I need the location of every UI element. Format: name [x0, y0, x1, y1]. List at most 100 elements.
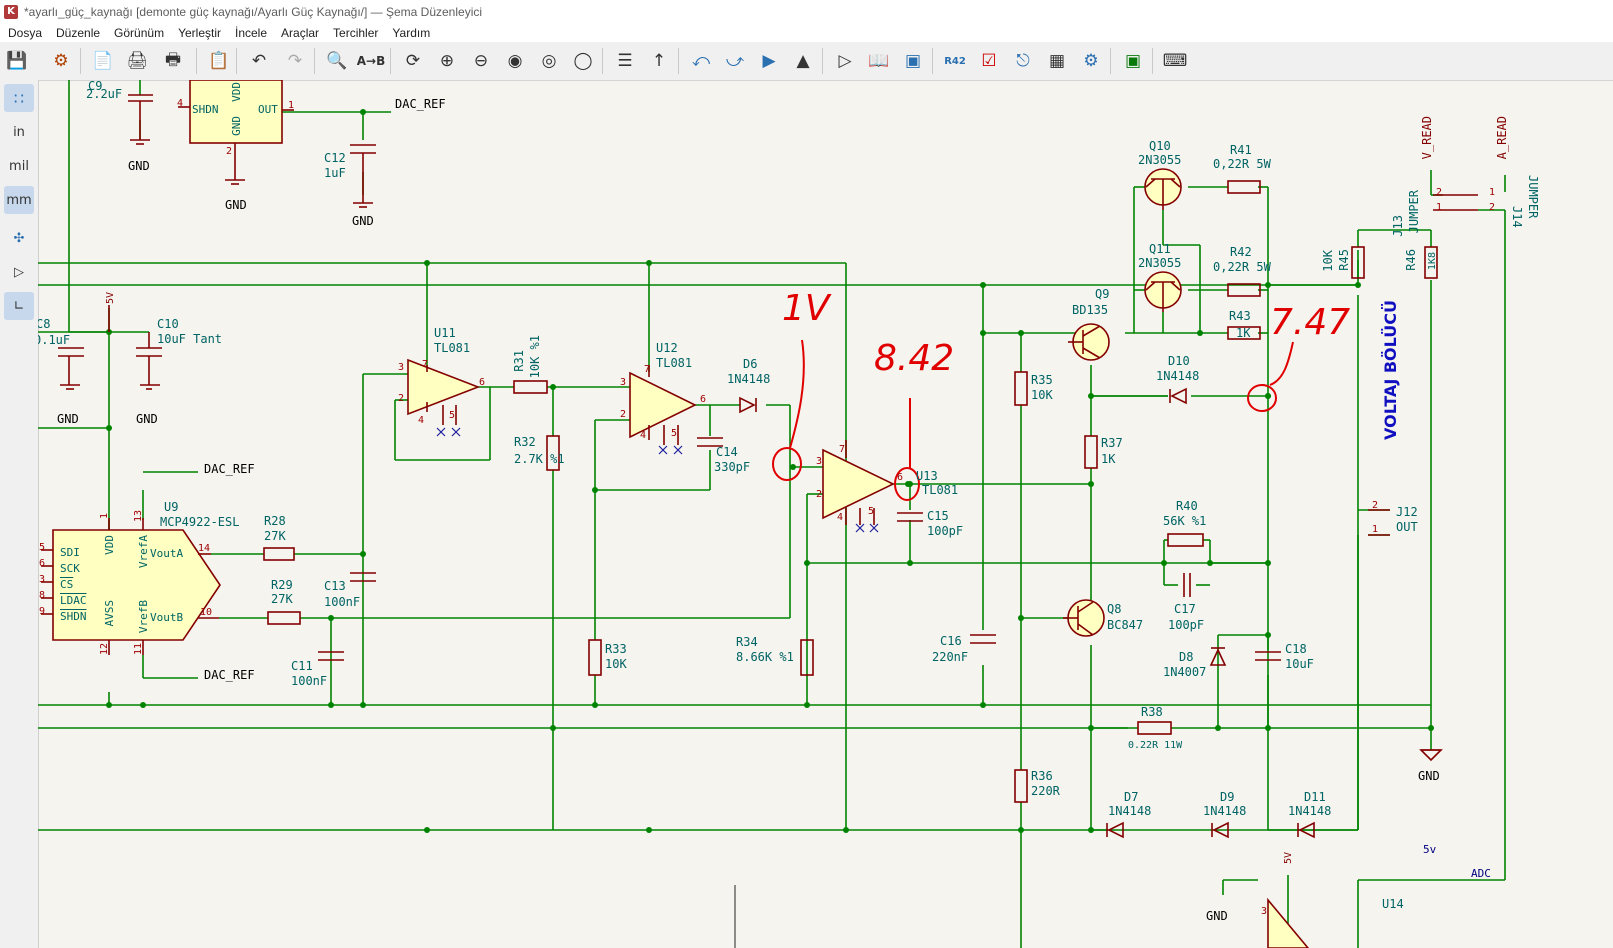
wires — [38, 80, 1506, 948]
units-mm-button[interactable]: mm — [4, 186, 34, 214]
gnd-label: GND — [128, 159, 150, 173]
5v-text: 5v — [1423, 843, 1437, 856]
menu-duzenle[interactable]: Düzenle — [56, 26, 100, 40]
pin-number: 9 — [39, 606, 46, 617]
refresh-icon[interactable]: ⟳ — [400, 48, 426, 74]
u9-pin-vrefb: VrefB — [137, 600, 150, 634]
main-toolbar: 💾 ⚙ 📄 🖨 🖶 📋 ↶ ↷ 🔍 A→B ⟳ ⊕ ⊖ ◉ ◎ ◯ ☰ ↑ ⤺ … — [0, 42, 1613, 81]
zoom-in-icon[interactable]: ⊕ — [434, 48, 460, 74]
pcb-editor-icon[interactable]: ▣ — [1120, 48, 1146, 74]
u9-pin-avss: AVSS — [103, 600, 116, 627]
line-mode-icon[interactable]: ∟ — [4, 292, 34, 320]
u9-value: MCP4922-ESL — [160, 515, 240, 529]
j12-ref: J12 — [1396, 505, 1418, 519]
zoom-selection-icon[interactable]: ◯ — [570, 48, 596, 74]
r37-value: 1K — [1101, 452, 1116, 466]
dac-ref-label: DAC_REF — [395, 97, 446, 111]
dac-ref-label: DAC_REF — [204, 668, 255, 682]
d11-ref: D11 — [1304, 790, 1326, 804]
hierarchy-navigator-icon[interactable]: ☰ — [612, 48, 638, 74]
r29-value: 27K — [271, 592, 293, 606]
gnd-label: GND — [225, 198, 247, 212]
bom-icon[interactable]: ⚙ — [1078, 48, 1104, 74]
print-icon[interactable]: 🖨 — [124, 48, 150, 74]
pin-number: 3 — [398, 362, 405, 373]
leave-sheet-icon[interactable]: ↑ — [646, 48, 672, 74]
zoom-objects-icon[interactable]: ◎ — [536, 48, 562, 74]
redo-icon[interactable]: ↷ — [282, 48, 308, 74]
5v-power-label: 5V — [1283, 852, 1294, 865]
schematic-setup-icon[interactable]: ⚙ — [48, 48, 74, 74]
find-replace-icon[interactable]: A→B — [357, 48, 386, 74]
r31-value: 10K %1 — [528, 335, 542, 379]
rotate-ccw-icon[interactable]: ⤺ — [688, 48, 714, 74]
c15-value: 100pF — [927, 524, 964, 538]
r40-ref: R40 — [1176, 499, 1198, 513]
menu-tercihler[interactable]: Tercihler — [333, 26, 378, 40]
annotate-icon[interactable]: R42 — [942, 48, 968, 74]
save-icon[interactable]: 💾 — [4, 48, 30, 74]
c9-value: 2.2uF — [86, 87, 123, 101]
menu-dosya[interactable]: Dosya — [8, 26, 42, 40]
units-mil-button[interactable]: mil — [4, 152, 34, 180]
mirror-horizontal-icon[interactable]: ▲ — [790, 48, 816, 74]
reg-out-pin: OUT — [258, 103, 278, 116]
gnd-label: GND — [1418, 769, 1440, 783]
mirror-vertical-icon[interactable]: ▶ — [756, 48, 782, 74]
menu-gorunum[interactable]: Görünüm — [114, 26, 164, 40]
annotation-1v: 1V — [782, 288, 830, 329]
pin-number: 2 — [620, 409, 627, 420]
r38-ref: R38 — [1141, 705, 1163, 719]
units-inch-button[interactable]: in — [4, 118, 34, 146]
d11-value: 1N4148 — [1288, 804, 1332, 818]
zoom-fit-icon[interactable]: ◉ — [502, 48, 528, 74]
menu-yerlestir[interactable]: Yerleştir — [178, 26, 221, 40]
pin-number: 2 — [226, 146, 233, 157]
scripting-console-icon[interactable]: ⌨ — [1162, 48, 1188, 74]
rotate-cw-icon[interactable]: ⤻ — [722, 48, 748, 74]
zoom-out-icon[interactable]: ⊖ — [468, 48, 494, 74]
annotation-7-47: 7.47 — [1270, 302, 1351, 343]
u9-pin-sdi: SDI — [60, 546, 80, 559]
paste-icon[interactable]: 📋 — [206, 48, 232, 74]
c14-ref: C14 — [716, 445, 738, 459]
hidden-pins-icon[interactable]: ▷ — [4, 258, 34, 286]
d10-value: 1N4148 — [1156, 369, 1200, 383]
plot-icon[interactable]: 🖶 — [160, 48, 186, 74]
c14-value: 330pF — [714, 460, 751, 474]
symbol-browser-icon[interactable]: 📖 — [866, 48, 892, 74]
a-read-label: A_READ — [1495, 116, 1509, 160]
components — [41, 80, 1478, 948]
pin-number: 2 — [816, 489, 823, 500]
footprint-editor-icon[interactable]: ▣ — [900, 48, 926, 74]
cursor-crosshair-icon[interactable]: ✣ — [4, 224, 34, 252]
u9-pin-vrefa: VrefA — [137, 535, 150, 569]
menu-yardim[interactable]: Yardım — [392, 26, 430, 40]
c11-value: 100nF — [291, 674, 328, 688]
r46-ref: R46 — [1404, 249, 1418, 271]
find-icon[interactable]: 🔍 — [324, 48, 350, 74]
voltaj-bolucu-text: VOLTAJ BÖLÜCÜ — [1381, 300, 1400, 440]
v-read-label: V_READ — [1420, 116, 1434, 160]
u12-value: TL081 — [656, 356, 693, 370]
page-settings-icon[interactable]: 📄 — [90, 48, 116, 74]
undo-icon[interactable]: ↶ — [246, 48, 272, 74]
schematic-canvas[interactable]: C9 2.2uF GND SHDN VDD GND OUT 4 1 2 DAC_… — [38, 80, 1613, 948]
assign-footprints-icon[interactable]: ⎋ — [1010, 48, 1036, 74]
j12-value: OUT — [1396, 520, 1418, 534]
symbol-editor-icon[interactable]: ▷ — [832, 48, 858, 74]
pin-number: 2 — [398, 393, 405, 404]
erc-icon[interactable]: ☑ — [976, 48, 1002, 74]
title-bar: K *ayarlı_güç_kaynağı [demonte güç kayna… — [0, 0, 1613, 24]
pin-number: 4 — [640, 430, 647, 441]
r38-value: 0.22R 11W — [1128, 740, 1183, 751]
pin-number: 4 — [837, 512, 844, 523]
r33-value: 10K — [605, 657, 627, 671]
d6-value: 1N4148 — [727, 372, 771, 386]
r42-value: 0,22R 5W — [1213, 260, 1271, 274]
menu-araclar[interactable]: Araçlar — [281, 26, 319, 40]
grid-toggle-icon[interactable]: ∷ — [4, 84, 34, 112]
j13-value: JUMPER — [1407, 190, 1421, 234]
symbol-fields-table-icon[interactable]: ▦ — [1044, 48, 1070, 74]
menu-incele[interactable]: İncele — [235, 26, 267, 40]
